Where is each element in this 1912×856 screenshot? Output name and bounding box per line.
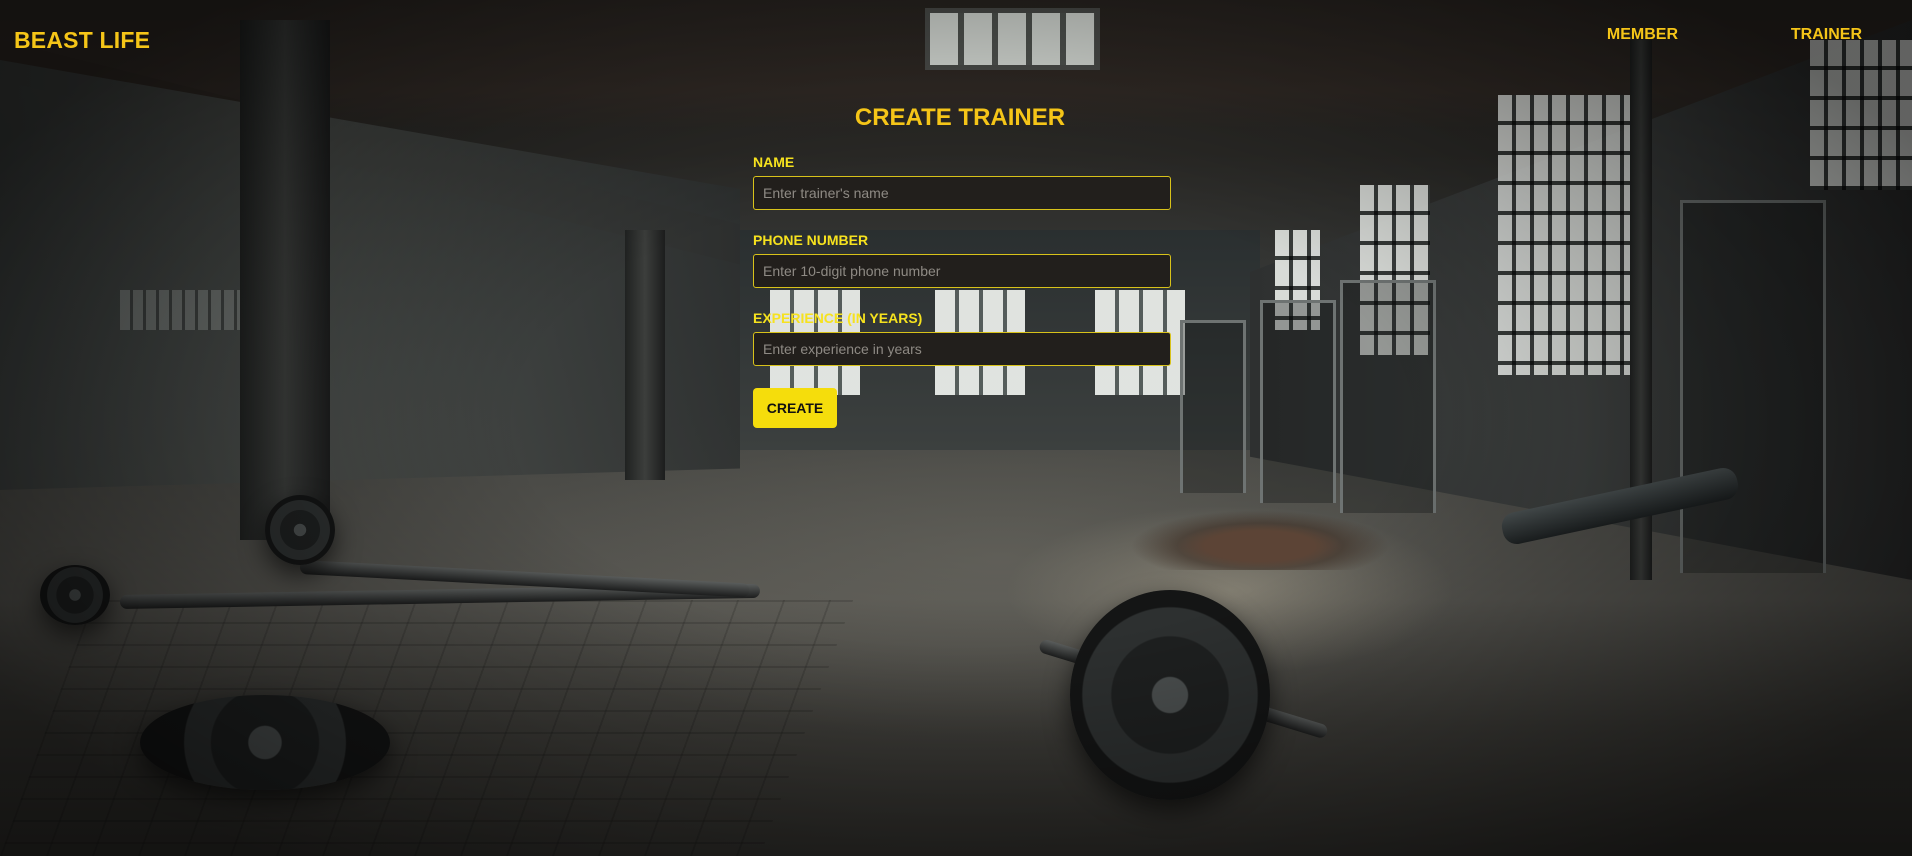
experience-label: EXPERIENCE (IN YEARS)	[753, 310, 923, 326]
form-title: CREATE TRAINER	[854, 104, 1066, 131]
brand-logo[interactable]: BEAST LIFE	[14, 27, 150, 54]
page: BEAST LIFE MEMBER TRAINER CREATE TRAINER…	[0, 0, 1912, 856]
nav-link-trainer[interactable]: TRAINER	[1791, 26, 1862, 44]
nav-link-member[interactable]: MEMBER	[1607, 26, 1678, 44]
experience-input[interactable]	[753, 332, 1171, 366]
name-input[interactable]	[753, 176, 1171, 210]
phone-number-input[interactable]	[753, 254, 1171, 288]
create-button[interactable]: CREATE	[753, 388, 837, 428]
phone-number-label: PHONE NUMBER	[753, 232, 869, 248]
name-label: NAME	[753, 154, 795, 170]
